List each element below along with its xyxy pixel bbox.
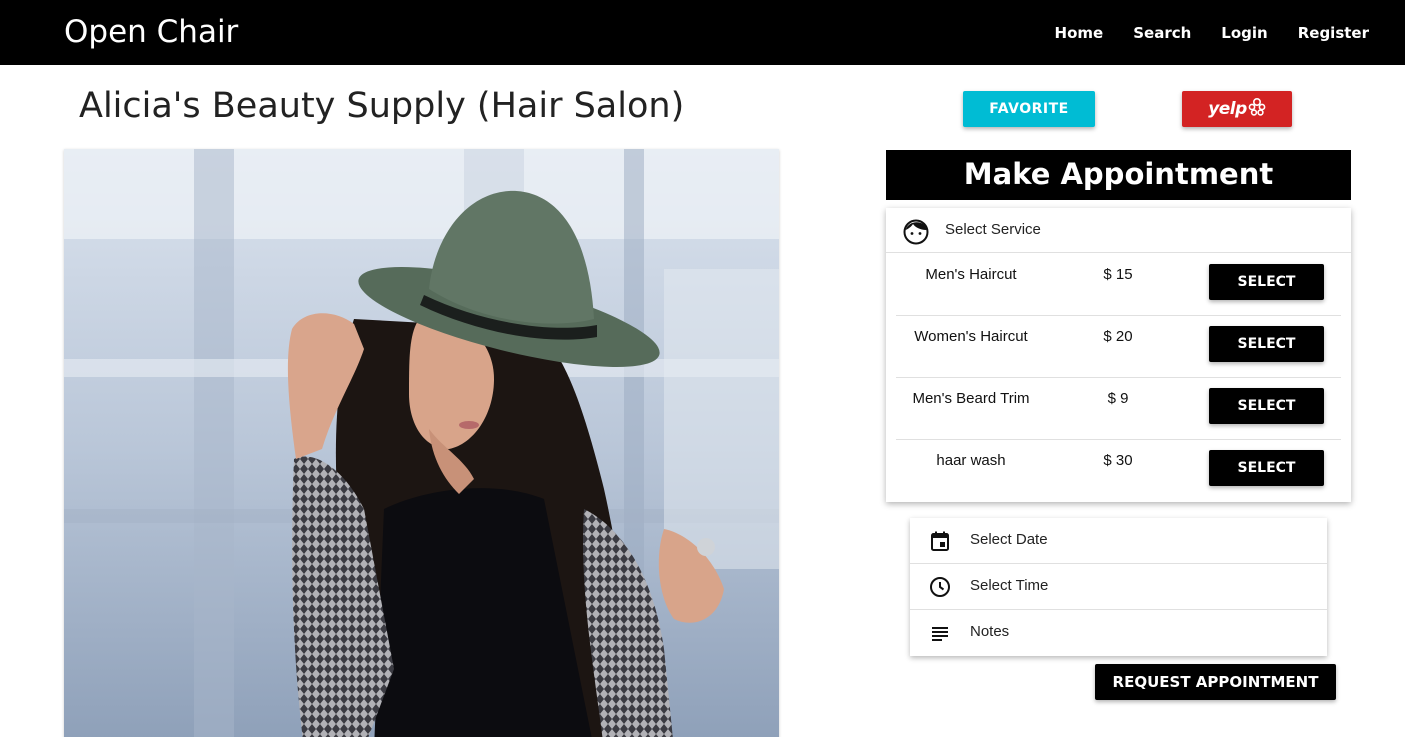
yelp-burst-icon	[1248, 97, 1266, 122]
select-date-label: Select Date	[970, 531, 1048, 548]
notes-item[interactable]: Notes	[910, 610, 1327, 656]
select-date-item[interactable]: Select Date	[910, 518, 1327, 564]
service-price: $ 15	[1103, 266, 1133, 283]
service-row: Men's Beard Trim $ 9 SELECT	[896, 378, 1341, 440]
service-name: Women's Haircut	[914, 328, 1028, 345]
page-title: Alicia's Beauty Supply (Hair Salon)	[79, 86, 685, 126]
clock-icon	[929, 576, 951, 603]
yelp-button[interactable]: yelp	[1182, 91, 1292, 127]
service-price: $ 20	[1103, 328, 1133, 345]
nav-register-link[interactable]: Register	[1298, 24, 1369, 42]
select-time-label: Select Time	[970, 577, 1049, 594]
select-mens-haircut-button[interactable]: SELECT	[1209, 264, 1324, 300]
service-name: Men's Beard Trim	[912, 390, 1030, 407]
select-time-item[interactable]: Select Time	[910, 564, 1327, 610]
service-row: Women's Haircut $ 20 SELECT	[896, 316, 1341, 378]
service-row: haar wash $ 30 SELECT	[896, 440, 1341, 502]
service-name: Men's Haircut	[925, 266, 1017, 283]
service-card: Select Service Men's Haircut $ 15 SELECT…	[886, 208, 1351, 502]
make-appointment-header: Make Appointment	[886, 150, 1351, 200]
appointment-details-card: Select Date Select Time Notes	[910, 518, 1327, 656]
yelp-logo: yelp	[1208, 99, 1247, 119]
nav-search-link[interactable]: Search	[1133, 24, 1191, 42]
nav-home-link[interactable]: Home	[1055, 24, 1104, 42]
request-appointment-button[interactable]: REQUEST APPOINTMENT	[1095, 664, 1336, 700]
service-price: $ 30	[1103, 452, 1133, 469]
salon-photo	[64, 149, 779, 737]
select-mens-beard-trim-button[interactable]: SELECT	[1209, 388, 1324, 424]
notes-icon	[929, 622, 951, 649]
service-heading-row: Select Service	[886, 208, 1351, 253]
nav-links: Home Search Login Register	[1055, 24, 1369, 42]
favorite-button[interactable]: FAVORITE	[963, 91, 1095, 127]
top-navbar: Open Chair Home Search Login Register	[0, 0, 1405, 65]
face-icon	[903, 219, 929, 250]
brand-logo[interactable]: Open Chair	[64, 14, 238, 50]
service-name: haar wash	[936, 452, 1006, 469]
nav-login-link[interactable]: Login	[1221, 24, 1267, 42]
notes-label: Notes	[970, 623, 1010, 640]
service-price: $ 9	[1107, 390, 1129, 407]
select-womens-haircut-button[interactable]: SELECT	[1209, 326, 1324, 362]
select-haar-wash-button[interactable]: SELECT	[1209, 450, 1324, 486]
service-row: Men's Haircut $ 15 SELECT	[896, 254, 1341, 316]
select-service-label: Select Service	[945, 221, 1041, 238]
calendar-icon	[929, 530, 951, 557]
